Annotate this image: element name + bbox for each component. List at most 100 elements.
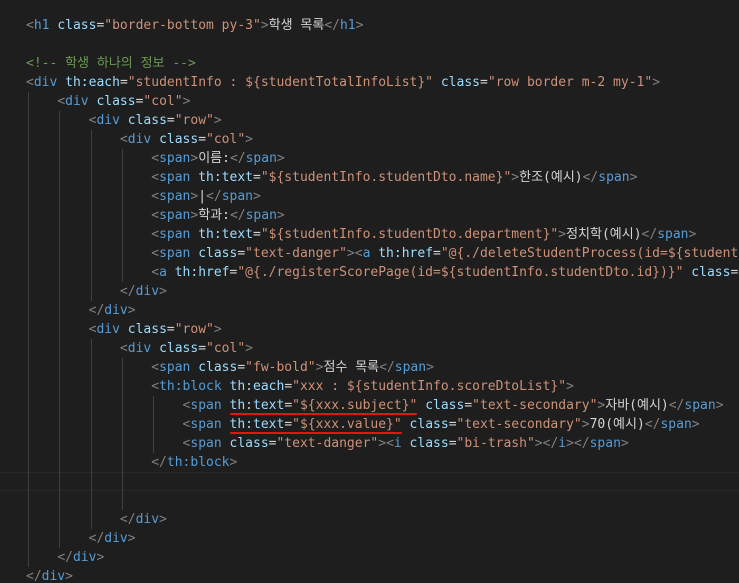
code-line[interactable]: </div> bbox=[26, 282, 739, 301]
punctuation-token bbox=[57, 75, 65, 90]
punctuation-token: = bbox=[433, 246, 441, 261]
punctuation-token bbox=[120, 322, 128, 337]
bracket-token: </ bbox=[573, 436, 590, 451]
attribute-token: class bbox=[229, 436, 269, 451]
code-line[interactable]: <div class="row"> bbox=[26, 320, 739, 339]
punctuation-token bbox=[26, 322, 89, 337]
tag-name-token: span bbox=[159, 189, 191, 204]
attribute-token: th:href bbox=[174, 265, 230, 280]
text-token: | bbox=[198, 189, 207, 204]
string-token: "@{./registerScorePage(id=${studentInfo.… bbox=[237, 265, 684, 280]
tag-name-token: span bbox=[394, 360, 427, 375]
text-token: 학과: bbox=[198, 208, 230, 223]
code-line[interactable]: <div th:each="studentInfo : ${studentTot… bbox=[26, 73, 739, 92]
punctuation-token bbox=[26, 379, 151, 394]
code-line[interactable]: <div class="row"> bbox=[26, 111, 739, 130]
string-token: "${xxx.value}" bbox=[292, 417, 402, 432]
tag-name-token: h1 bbox=[33, 18, 50, 33]
attribute-token: class bbox=[159, 132, 199, 147]
tag-name-token: span bbox=[159, 151, 191, 166]
bracket-token: </ bbox=[324, 18, 340, 33]
code-line[interactable]: <span class="text-danger"><i class="bi-t… bbox=[26, 434, 739, 453]
code-line[interactable]: <span class="text-danger"><a th:href="@{… bbox=[26, 244, 739, 263]
bracket-token: < bbox=[151, 265, 160, 280]
punctuation-token bbox=[26, 246, 151, 261]
string-token: "col" bbox=[206, 341, 246, 356]
text-token: 70(예시) bbox=[589, 417, 645, 432]
bracket-token: </ bbox=[379, 360, 395, 375]
tag-name-token: div bbox=[41, 569, 66, 583]
bracket-token: > bbox=[688, 227, 697, 242]
string-token: "${studentInfo.studentDto.department}" bbox=[260, 227, 559, 242]
code-line[interactable]: </div> bbox=[26, 548, 739, 567]
code-line[interactable]: </div> bbox=[26, 301, 739, 320]
punctuation-token bbox=[26, 360, 151, 375]
code-line[interactable]: </div> bbox=[26, 510, 739, 529]
code-line[interactable]: <div class="col"> bbox=[26, 339, 739, 358]
punctuation-token bbox=[433, 75, 441, 90]
punctuation-token bbox=[26, 303, 89, 318]
string-token: "@{./deleteStudentProcess(id=${studentIn bbox=[440, 246, 739, 261]
code-line[interactable]: <div class="col"> bbox=[26, 92, 739, 111]
code-line[interactable]: <!-- 학생 하나의 정보 --> bbox=[26, 54, 739, 73]
punctuation-token: = bbox=[284, 417, 293, 432]
bracket-token: > bbox=[182, 94, 191, 109]
tag-name-token: span bbox=[159, 246, 191, 261]
bracket-token: > bbox=[127, 531, 136, 546]
bracket-token: > bbox=[581, 417, 590, 432]
code-line[interactable]: <span>|</span> bbox=[26, 187, 739, 206]
code-line[interactable]: <span th:text="${studentInfo.studentDto.… bbox=[26, 225, 739, 244]
tag-name-token: div bbox=[96, 113, 120, 128]
string-token: "col" bbox=[206, 132, 246, 147]
code-line[interactable]: <span>이름:</span> bbox=[26, 149, 739, 168]
code-line[interactable]: </div> bbox=[26, 567, 739, 583]
error-underline bbox=[229, 432, 402, 434]
string-token: "text-secondary" bbox=[456, 417, 582, 432]
code-area[interactable]: <h1 class="border-bottom py-3">학생 목록</h1… bbox=[26, 16, 739, 583]
bracket-token: > bbox=[96, 550, 105, 565]
bracket-token: < bbox=[151, 189, 160, 204]
punctuation-token bbox=[151, 341, 159, 356]
punctuation-token bbox=[402, 436, 410, 451]
code-line[interactable]: <span class="fw-bold">점수 목록</span> bbox=[26, 358, 739, 377]
code-line[interactable]: <span th:text="${studentInfo.studentDto.… bbox=[26, 168, 739, 187]
attribute-token: class bbox=[409, 436, 449, 451]
bracket-token: > bbox=[715, 398, 724, 413]
bracket-token: > bbox=[346, 246, 355, 261]
code-line[interactable] bbox=[26, 491, 739, 510]
bracket-token: > bbox=[629, 170, 638, 185]
code-line[interactable]: <a th:href="@{./registerScorePage(id=${s… bbox=[26, 263, 739, 282]
bracket-token: < bbox=[151, 151, 160, 166]
code-line[interactable] bbox=[26, 472, 739, 491]
code-line[interactable]: <span>학과:</span> bbox=[26, 206, 739, 225]
punctuation-token: = bbox=[119, 75, 128, 90]
bracket-token: > bbox=[213, 322, 222, 337]
bracket-token: < bbox=[386, 436, 394, 451]
bracket-token: > bbox=[159, 284, 167, 299]
code-line[interactable]: <th:block th:each="xxx : ${studentInfo.s… bbox=[26, 377, 739, 396]
punctuation-token bbox=[167, 265, 175, 280]
punctuation-token bbox=[120, 113, 128, 128]
bracket-token: > bbox=[620, 436, 629, 451]
code-line[interactable]: <h1 class="border-bottom py-3">학생 목록</h1… bbox=[26, 16, 739, 35]
bracket-token: > bbox=[276, 151, 285, 166]
code-line[interactable]: </th:block> bbox=[26, 453, 739, 472]
tag-name-token: div bbox=[33, 75, 58, 90]
punctuation-token bbox=[26, 227, 151, 242]
code-line[interactable] bbox=[26, 35, 739, 54]
tag-name-token: span bbox=[589, 436, 621, 451]
bracket-token: </ bbox=[206, 189, 222, 204]
string-token: "col" bbox=[143, 94, 183, 109]
bracket-token: > bbox=[691, 417, 700, 432]
string-token: "studentInfo : ${studentTotalInfoList}" bbox=[127, 75, 434, 90]
code-line[interactable]: </div> bbox=[26, 529, 739, 548]
bracket-token: > bbox=[511, 170, 520, 185]
code-editor[interactable]: <h1 class="border-bottom py-3">학생 목록</h1… bbox=[0, 0, 739, 583]
punctuation-token: = bbox=[253, 170, 261, 185]
attribute-token: class bbox=[198, 246, 238, 261]
tag-name-token: span bbox=[660, 417, 692, 432]
punctuation-token: = bbox=[166, 113, 175, 128]
bracket-token: > bbox=[213, 113, 222, 128]
tag-name-token: th:block bbox=[159, 379, 222, 394]
code-line[interactable]: <div class="col"> bbox=[26, 130, 739, 149]
